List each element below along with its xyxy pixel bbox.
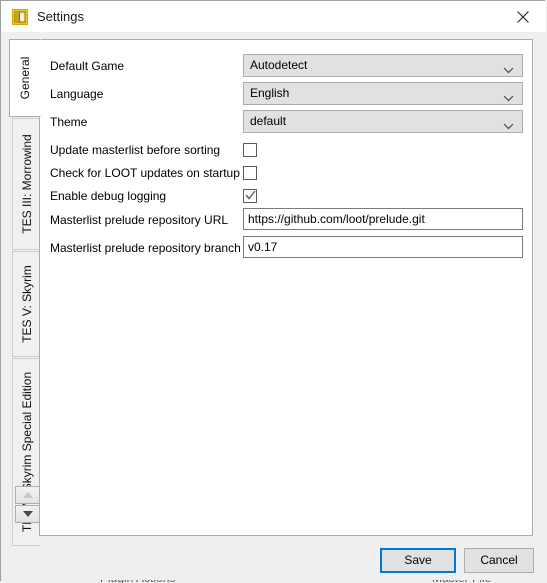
tab-label: TES V: Skyrim bbox=[19, 265, 34, 343]
language-select[interactable]: English bbox=[243, 82, 523, 105]
game-tab-strip: General TES III: Morrowind TES V: Skyrim… bbox=[9, 39, 41, 546]
general-settings-panel: Default Game Autodetect Language English bbox=[39, 39, 533, 536]
tab-label: General bbox=[18, 56, 32, 100]
chevron-down-icon bbox=[503, 63, 514, 77]
cancel-button[interactable]: Cancel bbox=[464, 548, 534, 573]
theme-label: Theme bbox=[50, 115, 88, 129]
chevron-down-icon bbox=[503, 91, 514, 105]
tab-general[interactable]: General bbox=[9, 39, 41, 117]
prelude-branch-label: Masterlist prelude repository branch bbox=[50, 241, 241, 255]
close-icon bbox=[517, 10, 529, 23]
prelude-url-value: https://github.com/loot/prelude.git bbox=[248, 212, 425, 226]
prelude-branch-input[interactable]: v0.17 bbox=[243, 236, 523, 258]
tab-label: TES III: Morrowind bbox=[19, 134, 34, 234]
default-game-value: Autodetect bbox=[250, 58, 308, 72]
update-masterlist-checkbox[interactable] bbox=[243, 143, 257, 157]
debug-logging-label: Enable debug logging bbox=[50, 189, 167, 203]
window-title: Settings bbox=[37, 9, 84, 24]
tab-tes3-morrowind[interactable]: TES III: Morrowind bbox=[12, 118, 40, 250]
save-button[interactable]: Save bbox=[380, 548, 456, 573]
triangle-down-icon bbox=[22, 511, 33, 517]
theme-select[interactable]: default bbox=[243, 110, 523, 133]
language-value: English bbox=[250, 86, 290, 100]
tab-tes5-skyrim[interactable]: TES V: Skyrim bbox=[12, 251, 40, 357]
prelude-branch-value: v0.17 bbox=[248, 240, 278, 254]
title-bar: Settings bbox=[1, 1, 546, 32]
default-game-label: Default Game bbox=[50, 59, 125, 73]
check-updates-label: Check for LOOT updates on startup bbox=[50, 166, 240, 180]
language-label: Language bbox=[50, 87, 104, 101]
update-masterlist-label: Update masterlist before sorting bbox=[50, 143, 221, 157]
checkmark-icon bbox=[245, 190, 256, 200]
triangle-up-icon bbox=[22, 492, 33, 498]
prelude-url-input[interactable]: https://github.com/loot/prelude.git bbox=[243, 208, 523, 230]
prelude-url-label: Masterlist prelude repository URL bbox=[50, 213, 229, 227]
close-button[interactable] bbox=[500, 1, 546, 32]
theme-value: default bbox=[250, 114, 287, 128]
tab-scroll-down-button[interactable] bbox=[15, 505, 40, 523]
chevron-down-icon bbox=[503, 119, 514, 133]
default-game-select[interactable]: Autodetect bbox=[243, 54, 523, 77]
loot-book-icon bbox=[12, 9, 28, 25]
tab-scroll-up-button[interactable] bbox=[15, 486, 40, 504]
settings-dialog: Settings General TES III: Morrowind TES … bbox=[0, 0, 546, 582]
check-updates-checkbox[interactable] bbox=[243, 166, 257, 180]
dialog-client-area: General TES III: Morrowind TES V: Skyrim… bbox=[1, 32, 546, 582]
debug-logging-checkbox[interactable] bbox=[243, 189, 257, 203]
